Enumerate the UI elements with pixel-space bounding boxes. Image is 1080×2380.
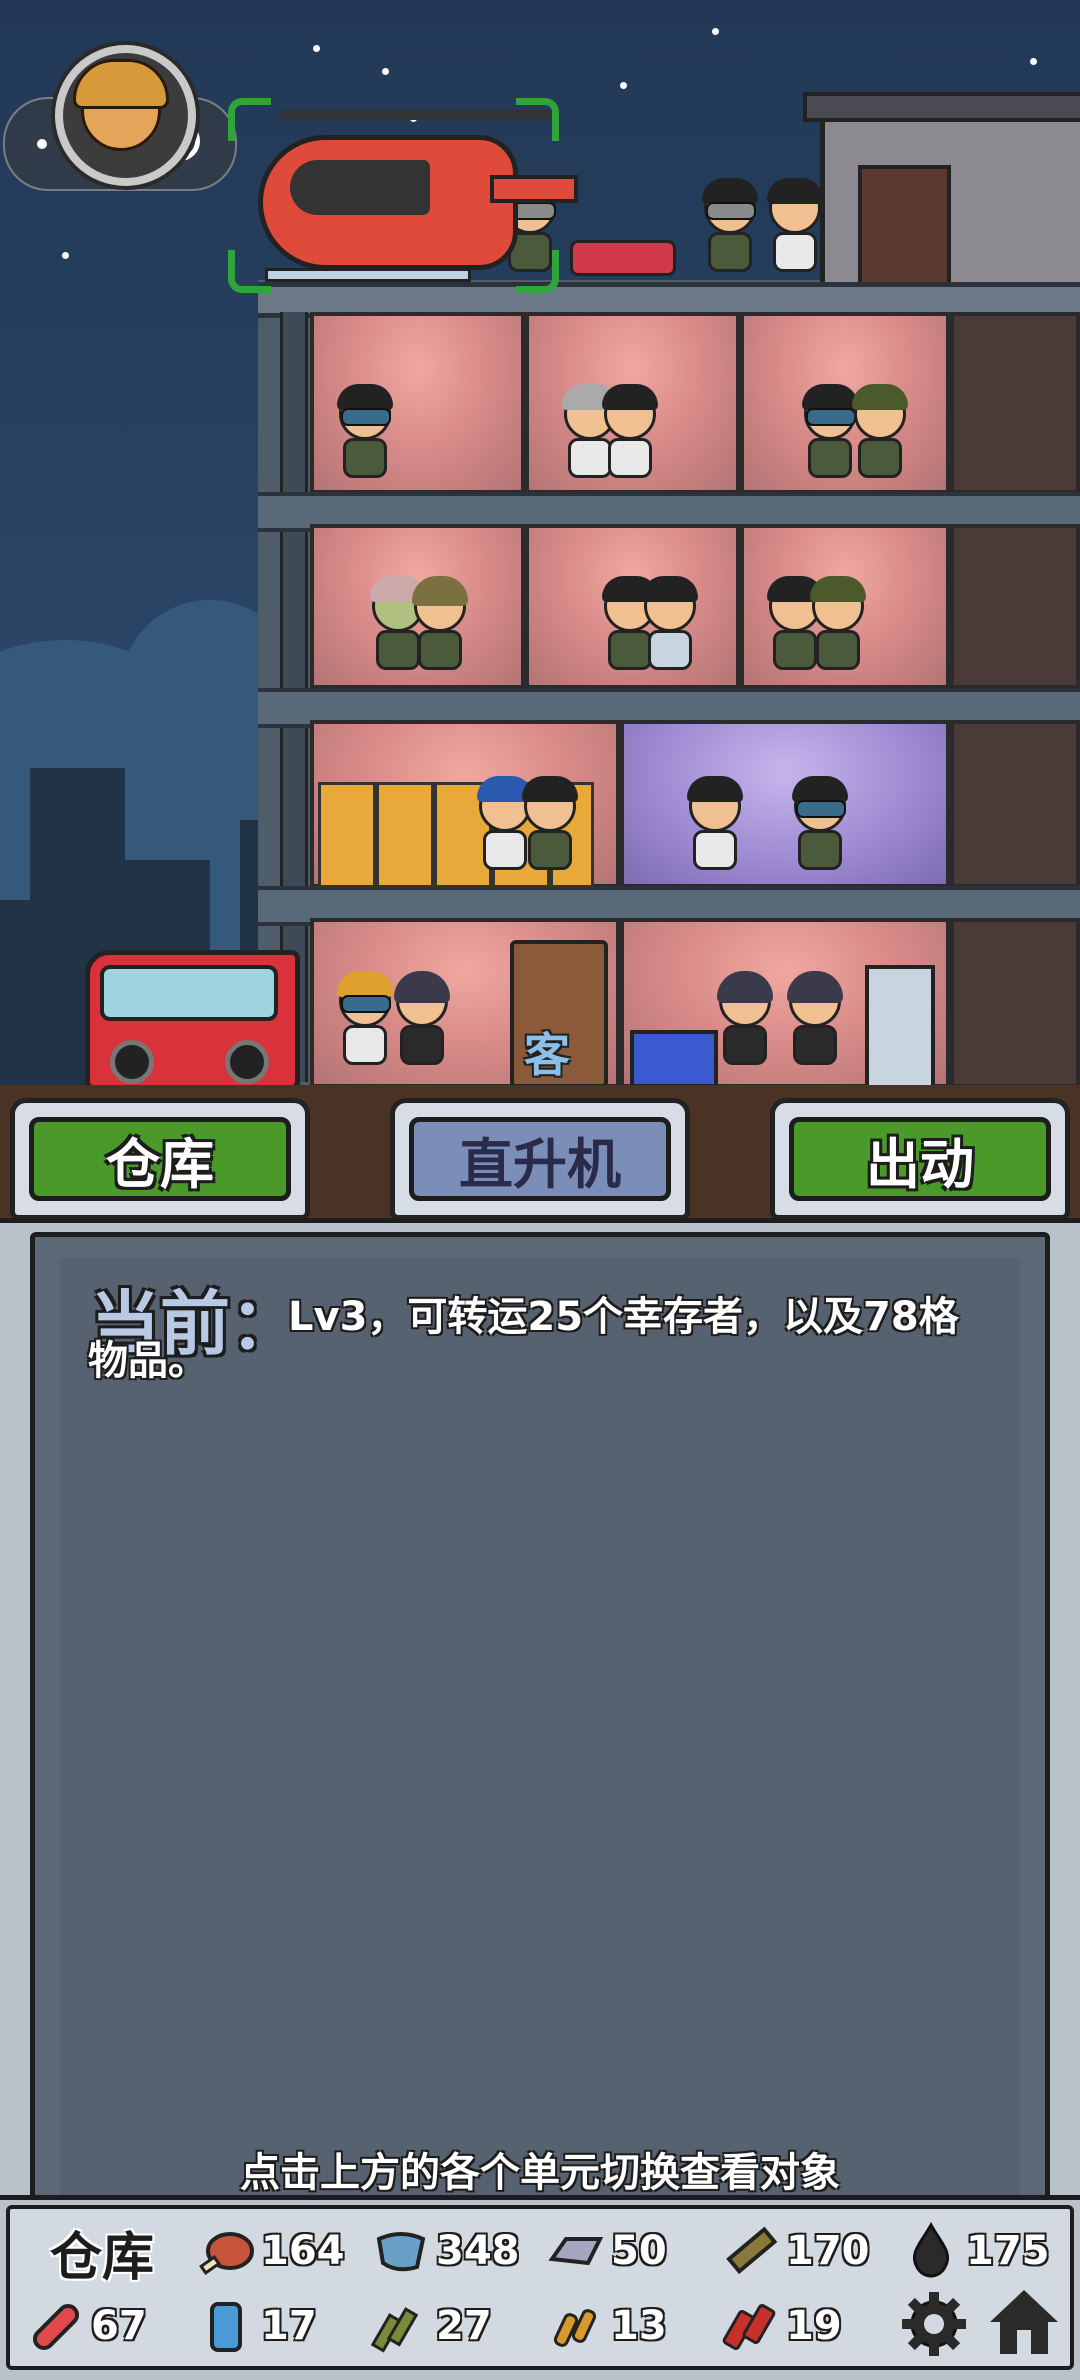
shotgun-shell-count: 19	[786, 2303, 842, 2349]
tab-helicopter-label: 直升机	[409, 1117, 671, 1201]
survivor[interactable]	[335, 971, 393, 1071]
medical-shelf	[865, 965, 935, 1085]
info-panel-body	[60, 1258, 1020, 2198]
player-avatar[interactable]	[55, 45, 196, 186]
resource-medicine: 67	[25, 2290, 147, 2362]
tab-helicopter[interactable]: 直升机	[390, 1098, 690, 1220]
game-scene: 客	[0, 0, 1080, 1085]
selection-corner	[228, 98, 271, 141]
helicopter-window	[290, 160, 430, 215]
survivor[interactable]	[785, 971, 843, 1071]
wood-plank-icon	[720, 2220, 782, 2282]
survivor[interactable]	[790, 776, 848, 876]
settings-gear-icon[interactable]	[898, 2288, 970, 2360]
medicine-count: 67	[91, 2303, 147, 2349]
resource-shotgun-shell: 19	[720, 2290, 842, 2362]
cabinet: 客	[510, 940, 608, 1085]
meat-count: 164	[261, 2228, 345, 2274]
cloth-count: 348	[436, 2228, 520, 2274]
oil-count: 175	[966, 2228, 1050, 2274]
resource-metal: 50	[545, 2215, 667, 2287]
survivor[interactable]	[765, 178, 823, 278]
resource-wood: 170	[720, 2215, 870, 2287]
oil-drop-icon	[900, 2220, 962, 2282]
rifle-ammo-icon	[370, 2295, 432, 2357]
bus-wheel	[110, 1040, 154, 1084]
avatar-hair	[73, 59, 169, 109]
background-building	[0, 900, 60, 1085]
tab-warehouse-label: 仓库	[29, 1117, 291, 1201]
survivor[interactable]	[808, 576, 866, 676]
cloth-icon	[370, 2220, 432, 2282]
survivor[interactable]	[685, 776, 743, 876]
resource-rifle-ammo: 27	[370, 2290, 492, 2362]
star	[1030, 58, 1037, 65]
survivor[interactable]	[520, 776, 578, 876]
rifle-ammo-count: 27	[436, 2303, 492, 2349]
star	[712, 28, 719, 35]
survivor[interactable]	[335, 384, 393, 484]
meat-icon	[195, 2220, 257, 2282]
resource-battery: 17	[195, 2290, 317, 2362]
star	[382, 68, 389, 75]
helicopter-tail	[490, 175, 578, 203]
tab-dispatch-label: 出动	[789, 1117, 1051, 1201]
survivor[interactable]	[850, 384, 908, 484]
hint-text: 点击上方的各个单元切换查看对象	[240, 2150, 840, 2196]
survivor[interactable]	[410, 576, 468, 676]
more-dots-icon[interactable]	[37, 139, 47, 149]
warehouse-label: 仓库	[50, 2228, 155, 2288]
star	[62, 252, 69, 259]
roof-door[interactable]	[858, 165, 951, 295]
drone[interactable]	[570, 240, 676, 276]
stairwell	[950, 524, 1080, 689]
battery-count: 17	[261, 2303, 317, 2349]
survivor[interactable]	[600, 384, 658, 484]
metal-ingot-icon	[545, 2220, 607, 2282]
resource-cloth: 348	[370, 2215, 520, 2287]
bus-wheel	[225, 1040, 269, 1084]
battery-can-icon	[195, 2295, 257, 2357]
helicopter-skid	[265, 268, 471, 282]
survivor[interactable]	[715, 971, 773, 1071]
selection-corner	[228, 250, 271, 293]
guest-sign: 客	[524, 1028, 570, 1082]
star	[620, 82, 627, 89]
shotgun-shell-icon	[720, 2295, 782, 2357]
resource-oil: 175	[900, 2215, 1050, 2287]
medical-bed	[630, 1030, 718, 1085]
pistol-ammo-count: 13	[611, 2303, 667, 2349]
selection-corner	[516, 98, 559, 141]
workshop-room[interactable]	[620, 720, 950, 888]
wood-count: 170	[786, 2228, 870, 2274]
roof-tower-cap	[803, 92, 1080, 122]
star	[313, 45, 320, 52]
medicine-pill-icon	[25, 2295, 87, 2357]
stairwell	[950, 918, 1080, 1085]
stairwell	[950, 312, 1080, 494]
metal-count: 50	[611, 2228, 667, 2274]
pistol-ammo-icon	[545, 2295, 607, 2357]
survivor[interactable]	[640, 576, 698, 676]
selection-corner	[516, 250, 559, 293]
survivor[interactable]	[392, 971, 450, 1071]
resource-meat: 164	[195, 2215, 345, 2287]
survivor[interactable]	[700, 178, 758, 278]
bus-window	[100, 965, 278, 1021]
stairwell	[950, 720, 1080, 888]
tab-dispatch[interactable]: 出动	[770, 1098, 1070, 1220]
tab-warehouse[interactable]: 仓库	[10, 1098, 310, 1220]
current-level-description: Lv3，可转运25个幸存者，以及78格物品。	[88, 1294, 959, 1384]
home-icon[interactable]	[988, 2286, 1060, 2358]
resource-pistol-ammo: 13	[545, 2290, 667, 2362]
